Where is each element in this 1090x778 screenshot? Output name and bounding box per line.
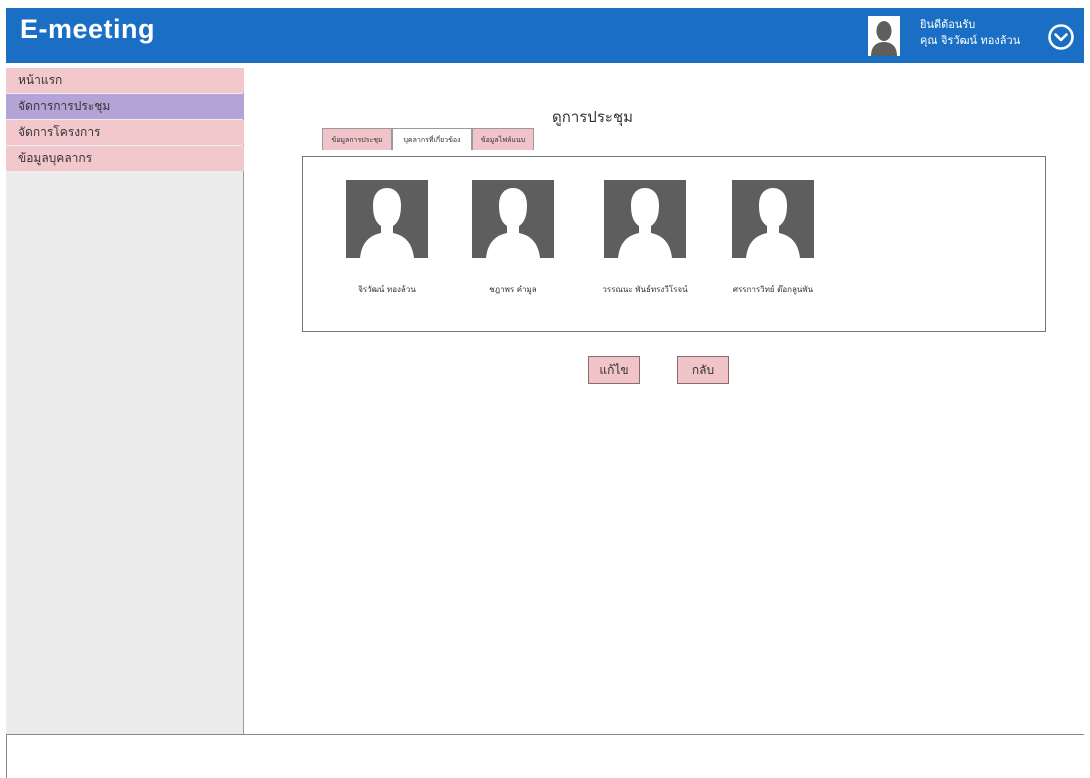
chevron-down-circle-icon[interactable] bbox=[1046, 22, 1076, 52]
tab-related-personnel[interactable]: บุคลากรที่เกี่ยวข้อง bbox=[392, 128, 472, 150]
member-photo bbox=[732, 180, 814, 258]
page-title: ดูการประชุม bbox=[552, 108, 634, 126]
tab-meeting-info[interactable]: ข้อมูลการประชุม bbox=[322, 128, 392, 150]
sidebar: หน้าแรก จัดการการประชุม จัดการโครงการ ข้… bbox=[6, 68, 244, 734]
member-name: ชฎาพร คำมูล bbox=[489, 285, 537, 294]
user-name-line: คุณ จิรวัฒน์ ทองล้วน bbox=[920, 34, 1021, 47]
edit-button[interactable]: แก้ไข bbox=[588, 356, 640, 384]
member-name: วรรณนะ พันธ์ทรงวีโรจน์ bbox=[602, 285, 688, 294]
footer-box bbox=[6, 734, 1084, 778]
sidebar-item-manage-meetings[interactable]: จัดการการประชุม bbox=[6, 94, 244, 119]
member-photo bbox=[346, 180, 428, 258]
sidebar-item-manage-projects[interactable]: จัดการโครงการ bbox=[6, 120, 244, 145]
app-title: E-meeting bbox=[20, 14, 156, 44]
welcome-text: ยินดีต้อนรับ คุณ จิรวัฒน์ ทองล้วน bbox=[920, 17, 1020, 49]
person-silhouette-icon[interactable] bbox=[868, 16, 900, 56]
member-name: จิรวัฒน์ ทองล้วน bbox=[358, 285, 416, 294]
sidebar-item-home[interactable]: หน้าแรก bbox=[6, 68, 244, 93]
member-name: ศรรการวิทย์ ต๊อกลูนพัน bbox=[732, 285, 814, 294]
member-photo bbox=[472, 180, 554, 258]
tab-attachments[interactable]: ข้อมูลไฟล์แนบ bbox=[472, 128, 534, 150]
top-header-bar: E-meeting ยินดีต้อนรับ คุณ จิรวัฒน์ ทองล… bbox=[6, 8, 1084, 63]
sidebar-item-personnel[interactable]: ข้อมูลบุคลากร bbox=[6, 146, 244, 171]
back-button[interactable]: กลับ bbox=[677, 356, 729, 384]
member-photo bbox=[604, 180, 686, 258]
welcome-line: ยินดีต้อนรับ bbox=[920, 18, 976, 31]
